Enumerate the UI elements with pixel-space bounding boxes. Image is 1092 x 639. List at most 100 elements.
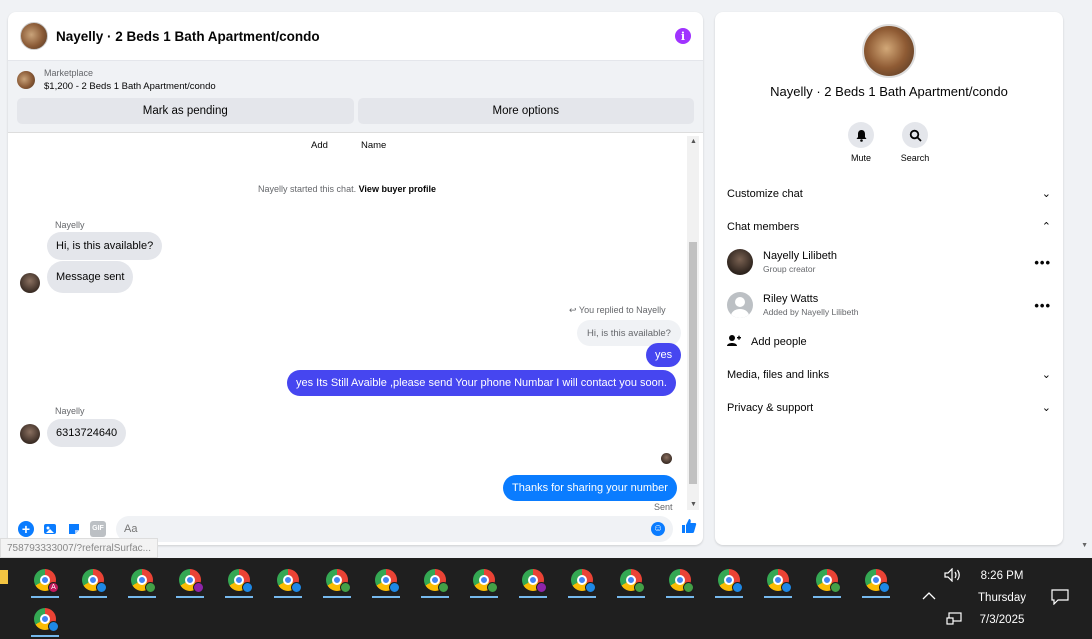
- emoji-icon[interactable]: ☺: [651, 521, 665, 536]
- clock-time[interactable]: 8:26 PM: [968, 570, 1036, 582]
- member-avatar[interactable]: [727, 292, 753, 318]
- image-icon[interactable]: [42, 521, 58, 537]
- sticker-icon[interactable]: [66, 521, 82, 537]
- view-buyer-profile-link[interactable]: View buyer profile: [359, 184, 436, 194]
- listing-thumbnail[interactable]: [17, 71, 35, 89]
- chrome-taskbar-icon[interactable]: [807, 562, 847, 598]
- member-row[interactable]: Nayelly Lilibeth Group creator •••: [727, 249, 1051, 275]
- message-text-field[interactable]: [124, 522, 651, 535]
- folder-icon[interactable]: [0, 570, 8, 584]
- listing-avatar[interactable]: [20, 22, 48, 50]
- chrome-taskbar-icon[interactable]: [513, 562, 553, 598]
- chrome-taskbar-icon[interactable]: [317, 562, 357, 598]
- mute-label: Mute: [850, 153, 871, 163]
- plus-icon[interactable]: +: [18, 520, 34, 537]
- chrome-taskbar-icon[interactable]: [268, 562, 308, 598]
- clock-day[interactable]: Thursday: [968, 592, 1036, 604]
- gif-icon[interactable]: GIF: [90, 520, 106, 537]
- chrome-taskbar-icon[interactable]: [415, 562, 455, 598]
- search-icon[interactable]: [902, 122, 928, 148]
- more-options-button[interactable]: More options: [357, 98, 694, 124]
- reply-arrow-icon: ↩: [569, 305, 579, 315]
- customize-chat-label: Customize chat: [727, 187, 803, 200]
- chrome-taskbar-icon[interactable]: [758, 562, 798, 598]
- clock-date[interactable]: 7/3/2025: [968, 614, 1036, 626]
- chat-title[interactable]: Nayelly · 2 Beds 1 Bath Apartment/condo: [56, 29, 675, 44]
- info-icon[interactable]: i: [675, 28, 691, 44]
- add-people-button[interactable]: Add people: [727, 334, 807, 350]
- chat-started-notice: Nayelly started this chat. View buyer pr…: [8, 184, 686, 194]
- search-action[interactable]: Search: [895, 122, 935, 163]
- reply-note: ↩ You replied to Nayelly: [569, 305, 666, 316]
- chrome-taskbar-icon[interactable]: [660, 562, 700, 598]
- scrollbar-thumb[interactable]: [689, 242, 697, 484]
- profile-badge-icon: [487, 582, 498, 593]
- network-icon[interactable]: [946, 612, 962, 629]
- chrome-taskbar-icon[interactable]: [219, 562, 259, 598]
- chrome-taskbar-icon[interactable]: [122, 562, 162, 598]
- member-row[interactable]: Riley Watts Added by Nayelly Lilibeth ••…: [727, 292, 1051, 318]
- privacy-support-label: Privacy & support: [727, 401, 814, 414]
- message-bubble-outgoing[interactable]: Thanks for sharing your number: [503, 475, 677, 501]
- message-bubble-incoming[interactable]: 6313724640: [47, 419, 127, 447]
- profile-badge-icon: [242, 582, 253, 593]
- profile-badge-icon: [830, 582, 841, 593]
- privacy-support-section[interactable]: Privacy & support ⌄: [727, 401, 1051, 414]
- member-avatar[interactable]: [727, 249, 753, 275]
- chrome-taskbar-icon[interactable]: [464, 562, 504, 598]
- profile-badge-icon: [48, 621, 59, 632]
- listing-price[interactable]: $1,200 - 2 Beds 1 Bath Apartment/condo: [44, 80, 216, 93]
- member-role: Added by Nayelly Lilibeth: [763, 307, 859, 317]
- bell-icon[interactable]: [848, 122, 874, 148]
- message-bubble-outgoing[interactable]: yes Its Still Avaible ,please send Your …: [287, 370, 676, 396]
- like-icon[interactable]: [681, 518, 697, 539]
- sender-avatar[interactable]: [20, 424, 40, 444]
- chrome-taskbar-icon[interactable]: [611, 562, 651, 598]
- listing-avatar-large[interactable]: [862, 24, 916, 78]
- message-bubble-outgoing[interactable]: yes: [646, 343, 682, 367]
- chevron-up-icon[interactable]: [922, 591, 936, 604]
- mark-pending-button[interactable]: Mark as pending: [17, 98, 354, 124]
- windows-taskbar: A 8:26 PM Thursday 7/3/2025: [0, 558, 1092, 639]
- chat-started-text: Nayelly started this chat.: [258, 184, 357, 194]
- chrome-taskbar-icon[interactable]: A: [25, 562, 65, 598]
- more-options-icon[interactable]: •••: [1034, 255, 1051, 270]
- scroll-down-arrow-icon[interactable]: ▼: [690, 501, 697, 508]
- marketplace-bar: Marketplace $1,200 - 2 Beds 1 Bath Apart…: [8, 61, 703, 133]
- sender-avatar[interactable]: [20, 273, 40, 293]
- message-bubble-incoming[interactable]: Hi, is this available?: [47, 232, 163, 260]
- profile-badge-icon: [732, 582, 743, 593]
- add-people-label: Add people: [751, 336, 807, 348]
- profile-badge-icon: [536, 582, 547, 593]
- chrome-taskbar-icon[interactable]: [562, 562, 602, 598]
- scroll-up-arrow-icon[interactable]: ▲: [690, 138, 697, 145]
- sender-name: Nayelly: [55, 220, 85, 230]
- message-input[interactable]: ☺: [116, 515, 673, 542]
- mute-action[interactable]: Mute: [841, 122, 881, 163]
- chrome-taskbar-icon[interactable]: [73, 562, 113, 598]
- chrome-taskbar-icon[interactable]: [25, 601, 65, 637]
- notification-icon[interactable]: [1051, 589, 1069, 608]
- message-scrollbar[interactable]: ▲ ▼: [687, 136, 699, 510]
- marketplace-label: Marketplace: [44, 68, 94, 78]
- chat-members-section[interactable]: Chat members ⌃: [727, 220, 1051, 233]
- volume-icon[interactable]: [944, 567, 962, 585]
- add-label[interactable]: Add: [311, 140, 328, 151]
- chat-header: Nayelly · 2 Beds 1 Bath Apartment/condo …: [8, 12, 703, 61]
- page-scroll-down-icon[interactable]: ▼: [1081, 542, 1088, 549]
- profile-badge-icon: [634, 582, 645, 593]
- member-name: Nayelly Lilibeth: [763, 250, 837, 262]
- media-files-section[interactable]: Media, files and links ⌄: [727, 368, 1051, 381]
- name-label[interactable]: Name: [361, 140, 386, 151]
- chrome-taskbar-icon[interactable]: [856, 562, 896, 598]
- more-options-icon[interactable]: •••: [1034, 298, 1051, 313]
- customize-chat-section[interactable]: Customize chat ⌄: [727, 187, 1051, 200]
- message-list: Add Name Nayelly started this chat. View…: [8, 134, 686, 512]
- chrome-taskbar-icon[interactable]: [170, 562, 210, 598]
- member-name: Riley Watts: [763, 293, 819, 305]
- profile-badge-icon: [96, 582, 107, 593]
- message-bubble-incoming[interactable]: Message sent: [47, 261, 134, 293]
- chrome-taskbar-icon[interactable]: [709, 562, 749, 598]
- chrome-taskbar-icon[interactable]: [366, 562, 406, 598]
- chat-panel: Nayelly · 2 Beds 1 Bath Apartment/condo …: [8, 12, 703, 545]
